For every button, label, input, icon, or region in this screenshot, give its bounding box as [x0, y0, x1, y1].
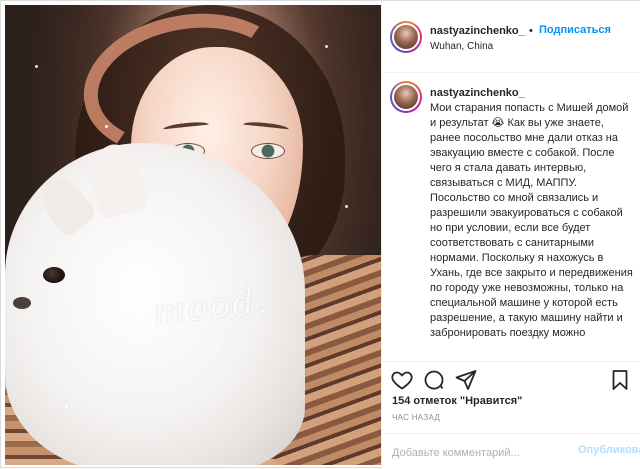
snow-speck: [105, 125, 108, 128]
avatar[interactable]: [390, 21, 422, 53]
photo-dog-eye: [43, 267, 65, 283]
post-caption: nastyazinchenko_ Мои старания попасть с …: [382, 73, 640, 359]
caption-avatar[interactable]: [390, 81, 422, 113]
heart-icon[interactable]: [390, 368, 414, 392]
photo-dog-nose: [13, 297, 31, 309]
post-actions: [382, 361, 640, 395]
post-modal: mood. nastyazinchenko_ • Подписаться Wuh…: [0, 0, 640, 469]
snow-speck: [325, 45, 328, 48]
comment-input[interactable]: [392, 444, 562, 462]
snow-speck: [35, 65, 38, 68]
bookmark-icon[interactable]: [608, 368, 632, 392]
avatar-image: [392, 83, 420, 111]
publish-button[interactable]: Опубликовать: [578, 444, 640, 456]
share-icon[interactable]: [454, 368, 478, 392]
separator-dot: •: [529, 25, 533, 37]
caption-text: Мои старания попасть с Мишей домой и рез…: [430, 102, 633, 339]
post-time[interactable]: ЧАС НАЗАД: [392, 413, 440, 422]
post-photo[interactable]: mood.: [5, 5, 381, 465]
snow-speck: [215, 345, 218, 348]
snow-speck: [345, 205, 348, 208]
caption-username[interactable]: nastyazinchenko_: [430, 87, 525, 99]
post-side-panel: nastyazinchenko_ • Подписаться Wuhan, Ch…: [381, 1, 640, 469]
header-username[interactable]: nastyazinchenko_: [430, 25, 525, 37]
comment-bar: Опубликовать: [382, 433, 640, 469]
location-link[interactable]: Wuhan, China: [430, 41, 493, 52]
post-header: nastyazinchenko_ • Подписаться Wuhan, Ch…: [382, 1, 640, 73]
follow-button[interactable]: Подписаться: [539, 24, 611, 36]
avatar-image: [392, 23, 420, 51]
comment-icon[interactable]: [422, 368, 446, 392]
photo-eye-right: [251, 143, 285, 159]
likes-count[interactable]: 154 отметок "Нравится": [392, 395, 522, 407]
snow-speck: [65, 405, 68, 408]
